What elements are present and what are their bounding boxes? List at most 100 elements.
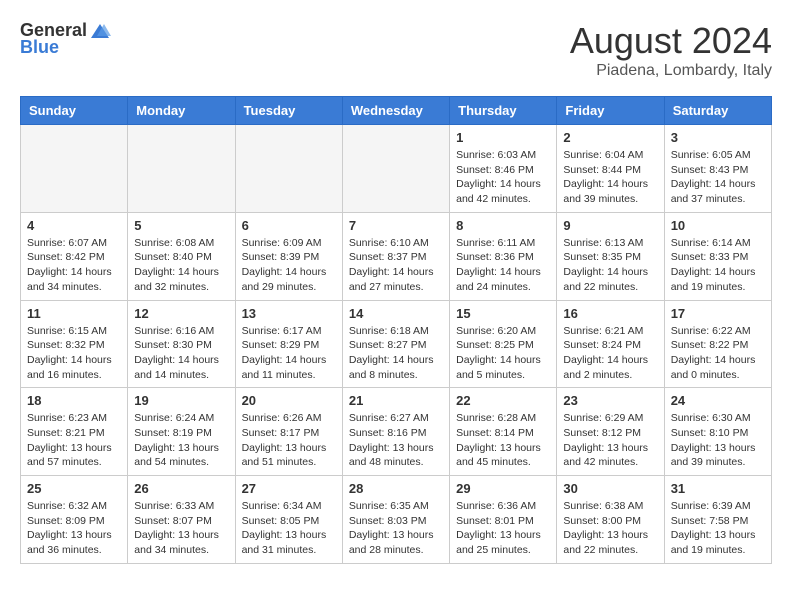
day-number: 4	[27, 218, 121, 233]
calendar-cell: 20 Sunrise: 6:26 AM Sunset: 8:17 PM Dayli…	[235, 388, 342, 476]
day-info: Sunrise: 6:20 AM Sunset: 8:25 PM Dayligh…	[456, 324, 550, 383]
day-number: 27	[242, 481, 336, 496]
calendar-cell: 14 Sunrise: 6:18 AM Sunset: 8:27 PM Dayli…	[342, 300, 449, 388]
weekday-header: Sunday	[21, 97, 128, 125]
day-number: 10	[671, 218, 765, 233]
calendar-cell: 15 Sunrise: 6:20 AM Sunset: 8:25 PM Dayli…	[450, 300, 557, 388]
calendar-week-row: 18Sunrise: 6:23 AM Sunset: 8:21 PM Dayli…	[21, 388, 772, 476]
day-number: 11	[27, 306, 121, 321]
calendar-cell: 25Sunrise: 6:32 AM Sunset: 8:09 PM Dayli…	[21, 476, 128, 564]
day-number: 17	[671, 306, 765, 321]
calendar-week-row: 1 Sunrise: 6:03 AM Sunset: 8:46 PM Daylig…	[21, 125, 772, 213]
calendar-cell: 1 Sunrise: 6:03 AM Sunset: 8:46 PM Daylig…	[450, 125, 557, 213]
day-info: Sunrise: 6:14 AM Sunset: 8:33 PM Dayligh…	[671, 236, 765, 295]
logo-blue-text: Blue	[20, 37, 59, 58]
calendar-cell: 29 Sunrise: 6:36 AM Sunset: 8:01 PM Dayli…	[450, 476, 557, 564]
calendar-cell: 19 Sunrise: 6:24 AM Sunset: 8:19 PM Dayli…	[128, 388, 235, 476]
weekday-header: Tuesday	[235, 97, 342, 125]
calendar-cell: 3Sunrise: 6:05 AM Sunset: 8:43 PM Daylig…	[664, 125, 771, 213]
day-info: Sunrise: 6:03 AM Sunset: 8:46 PM Dayligh…	[456, 148, 550, 207]
day-number: 1	[456, 130, 550, 145]
day-info: Sunrise: 6:28 AM Sunset: 8:14 PM Dayligh…	[456, 411, 550, 470]
day-info: Sunrise: 6:26 AM Sunset: 8:17 PM Dayligh…	[242, 411, 336, 470]
calendar-week-row: 4 Sunrise: 6:07 AM Sunset: 8:42 PM Daylig…	[21, 212, 772, 300]
location-subtitle: Piadena, Lombardy, Italy	[570, 62, 772, 80]
day-number: 7	[349, 218, 443, 233]
calendar-cell	[342, 125, 449, 213]
day-info: Sunrise: 6:17 AM Sunset: 8:29 PM Dayligh…	[242, 324, 336, 383]
day-number: 12	[134, 306, 228, 321]
calendar-cell: 2 Sunrise: 6:04 AM Sunset: 8:44 PM Daylig…	[557, 125, 664, 213]
day-info: Sunrise: 6:18 AM Sunset: 8:27 PM Dayligh…	[349, 324, 443, 383]
calendar-cell	[128, 125, 235, 213]
day-number: 15	[456, 306, 550, 321]
day-info: Sunrise: 6:16 AM Sunset: 8:30 PM Dayligh…	[134, 324, 228, 383]
day-info: Sunrise: 6:35 AM Sunset: 8:03 PM Dayligh…	[349, 499, 443, 558]
calendar-cell: 28 Sunrise: 6:35 AM Sunset: 8:03 PM Dayli…	[342, 476, 449, 564]
weekday-header-row: SundayMondayTuesdayWednesdayThursdayFrid…	[21, 97, 772, 125]
day-info: Sunrise: 6:15 AM Sunset: 8:32 PM Dayligh…	[27, 324, 121, 383]
day-info: Sunrise: 6:36 AM Sunset: 8:01 PM Dayligh…	[456, 499, 550, 558]
calendar-week-row: 11 Sunrise: 6:15 AM Sunset: 8:32 PM Dayli…	[21, 300, 772, 388]
calendar-cell: 12 Sunrise: 6:16 AM Sunset: 8:30 PM Dayli…	[128, 300, 235, 388]
day-info: Sunrise: 6:32 AM Sunset: 8:09 PM Dayligh…	[27, 499, 121, 558]
weekday-header: Saturday	[664, 97, 771, 125]
logo-icon	[89, 22, 111, 40]
page-header: General Blue August 2024 Piadena, Lombar…	[20, 20, 772, 80]
weekday-header: Monday	[128, 97, 235, 125]
calendar-cell: 21Sunrise: 6:27 AM Sunset: 8:16 PM Dayli…	[342, 388, 449, 476]
calendar-cell: 22 Sunrise: 6:28 AM Sunset: 8:14 PM Dayli…	[450, 388, 557, 476]
day-info: Sunrise: 6:04 AM Sunset: 8:44 PM Dayligh…	[563, 148, 657, 207]
day-number: 24	[671, 393, 765, 408]
weekday-header: Friday	[557, 97, 664, 125]
calendar-cell: 24 Sunrise: 6:30 AM Sunset: 8:10 PM Dayli…	[664, 388, 771, 476]
day-info: Sunrise: 6:24 AM Sunset: 8:19 PM Dayligh…	[134, 411, 228, 470]
day-number: 26	[134, 481, 228, 496]
calendar-cell: 31 Sunrise: 6:39 AM Sunset: 7:58 PM Dayli…	[664, 476, 771, 564]
calendar-table: SundayMondayTuesdayWednesdayThursdayFrid…	[20, 96, 772, 564]
day-number: 31	[671, 481, 765, 496]
day-number: 21	[349, 393, 443, 408]
calendar-cell: 6Sunrise: 6:09 AM Sunset: 8:39 PM Daylig…	[235, 212, 342, 300]
day-info: Sunrise: 6:30 AM Sunset: 8:10 PM Dayligh…	[671, 411, 765, 470]
day-number: 22	[456, 393, 550, 408]
weekday-header: Thursday	[450, 97, 557, 125]
day-info: Sunrise: 6:22 AM Sunset: 8:22 PM Dayligh…	[671, 324, 765, 383]
day-number: 8	[456, 218, 550, 233]
calendar-cell: 13Sunrise: 6:17 AM Sunset: 8:29 PM Dayli…	[235, 300, 342, 388]
calendar-cell: 30 Sunrise: 6:38 AM Sunset: 8:00 PM Dayli…	[557, 476, 664, 564]
day-info: Sunrise: 6:29 AM Sunset: 8:12 PM Dayligh…	[563, 411, 657, 470]
month-year-title: August 2024	[570, 20, 772, 62]
day-number: 28	[349, 481, 443, 496]
day-info: Sunrise: 6:08 AM Sunset: 8:40 PM Dayligh…	[134, 236, 228, 295]
title-section: August 2024 Piadena, Lombardy, Italy	[570, 20, 772, 80]
day-info: Sunrise: 6:11 AM Sunset: 8:36 PM Dayligh…	[456, 236, 550, 295]
day-number: 20	[242, 393, 336, 408]
calendar-cell: 16 Sunrise: 6:21 AM Sunset: 8:24 PM Dayli…	[557, 300, 664, 388]
day-info: Sunrise: 6:21 AM Sunset: 8:24 PM Dayligh…	[563, 324, 657, 383]
day-info: Sunrise: 6:23 AM Sunset: 8:21 PM Dayligh…	[27, 411, 121, 470]
day-info: Sunrise: 6:34 AM Sunset: 8:05 PM Dayligh…	[242, 499, 336, 558]
day-number: 19	[134, 393, 228, 408]
calendar-cell: 11 Sunrise: 6:15 AM Sunset: 8:32 PM Dayli…	[21, 300, 128, 388]
day-number: 3	[671, 130, 765, 145]
calendar-cell: 23Sunrise: 6:29 AM Sunset: 8:12 PM Dayli…	[557, 388, 664, 476]
day-info: Sunrise: 6:33 AM Sunset: 8:07 PM Dayligh…	[134, 499, 228, 558]
day-number: 5	[134, 218, 228, 233]
calendar-cell: 10 Sunrise: 6:14 AM Sunset: 8:33 PM Dayli…	[664, 212, 771, 300]
calendar-cell: 17 Sunrise: 6:22 AM Sunset: 8:22 PM Dayli…	[664, 300, 771, 388]
calendar-cell: 8 Sunrise: 6:11 AM Sunset: 8:36 PM Daylig…	[450, 212, 557, 300]
day-number: 16	[563, 306, 657, 321]
day-number: 6	[242, 218, 336, 233]
day-number: 14	[349, 306, 443, 321]
calendar-cell: 5 Sunrise: 6:08 AM Sunset: 8:40 PM Daylig…	[128, 212, 235, 300]
day-number: 9	[563, 218, 657, 233]
day-info: Sunrise: 6:38 AM Sunset: 8:00 PM Dayligh…	[563, 499, 657, 558]
day-number: 30	[563, 481, 657, 496]
day-number: 29	[456, 481, 550, 496]
day-number: 2	[563, 130, 657, 145]
calendar-cell: 18Sunrise: 6:23 AM Sunset: 8:21 PM Dayli…	[21, 388, 128, 476]
calendar-cell	[21, 125, 128, 213]
day-info: Sunrise: 6:07 AM Sunset: 8:42 PM Dayligh…	[27, 236, 121, 295]
day-info: Sunrise: 6:39 AM Sunset: 7:58 PM Dayligh…	[671, 499, 765, 558]
